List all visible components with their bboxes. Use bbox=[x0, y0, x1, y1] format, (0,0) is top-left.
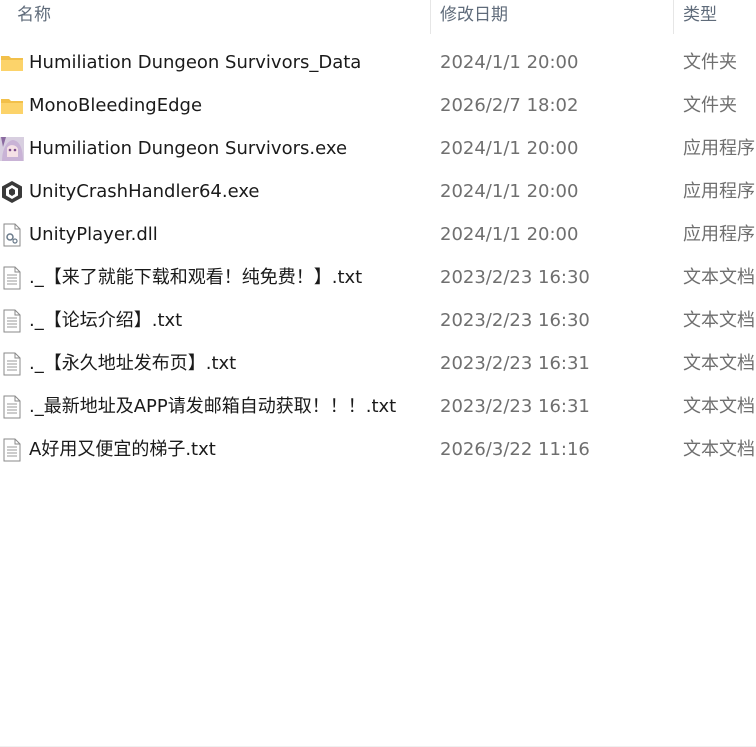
column-header-type[interactable]: 类型 bbox=[683, 0, 717, 34]
file-type: 文本文档 bbox=[683, 353, 755, 374]
file-date: 2024/1/1 20:00 bbox=[440, 181, 579, 202]
file-date: 2026/3/22 11:16 bbox=[440, 439, 590, 460]
file-row[interactable]: Humiliation Dungeon Survivors.exe 2024/1… bbox=[0, 127, 756, 170]
file-row[interactable]: ._【永久地址发布页】.txt 2023/2/23 16:31 文本文档 bbox=[0, 342, 756, 385]
column-divider[interactable] bbox=[673, 0, 674, 34]
unity-icon bbox=[0, 180, 24, 204]
file-name: UnityPlayer.dll bbox=[29, 224, 158, 245]
column-header-name[interactable]: 名称 bbox=[17, 0, 51, 34]
file-row[interactable]: UnityPlayer.dll 2024/1/1 20:00 应用程序 bbox=[0, 213, 756, 256]
file-type: 文件夹 bbox=[683, 95, 737, 116]
file-row[interactable]: Humiliation Dungeon Survivors_Data 2024/… bbox=[0, 41, 756, 84]
file-explorer-list: 名称 修改日期 类型 Humiliation Dungeon Survivors… bbox=[0, 0, 756, 747]
file-name: UnityCrashHandler64.exe bbox=[29, 181, 260, 202]
file-date: 2023/2/23 16:31 bbox=[440, 353, 590, 374]
file-row[interactable]: ._【来了就能下载和观看！纯免费！】.txt 2023/2/23 16:30 文… bbox=[0, 256, 756, 299]
file-date: 2026/2/7 18:02 bbox=[440, 95, 579, 116]
column-header-bar: 名称 修改日期 类型 bbox=[0, 0, 756, 34]
game-app-icon bbox=[0, 137, 24, 161]
file-date: 2023/2/23 16:31 bbox=[440, 396, 590, 417]
file-type: 文本文档 bbox=[683, 310, 755, 331]
file-name: ._最新地址及APP请发邮箱自动获取！！！.txt bbox=[29, 396, 397, 417]
file-name: Humiliation Dungeon Survivors_Data bbox=[29, 52, 362, 73]
column-header-date[interactable]: 修改日期 bbox=[440, 0, 508, 34]
folder-icon bbox=[0, 94, 24, 118]
column-divider[interactable] bbox=[430, 0, 431, 34]
text-file-icon bbox=[0, 309, 24, 333]
file-date: 2024/1/1 20:00 bbox=[440, 52, 579, 73]
file-date: 2024/1/1 20:00 bbox=[440, 224, 579, 245]
file-row[interactable]: UnityCrashHandler64.exe 2024/1/1 20:00 应… bbox=[0, 170, 756, 213]
folder-icon bbox=[0, 51, 24, 75]
file-name: ._【来了就能下载和观看！纯免费！】.txt bbox=[29, 267, 363, 288]
file-name: ._【论坛介绍】.txt bbox=[29, 310, 183, 331]
file-type: 应用程序 bbox=[683, 181, 755, 202]
file-date: 2024/1/1 20:00 bbox=[440, 138, 579, 159]
file-date: 2023/2/23 16:30 bbox=[440, 267, 590, 288]
text-file-icon bbox=[0, 352, 24, 376]
text-file-icon bbox=[0, 395, 24, 419]
file-name: ._【永久地址发布页】.txt bbox=[29, 353, 237, 374]
file-row[interactable]: ._【论坛介绍】.txt 2023/2/23 16:30 文本文档 bbox=[0, 299, 756, 342]
file-date: 2023/2/23 16:30 bbox=[440, 310, 590, 331]
file-row[interactable]: A好用又便宜的梯子.txt 2026/3/22 11:16 文本文档 bbox=[0, 428, 756, 471]
file-type: 文件夹 bbox=[683, 52, 737, 73]
dll-icon bbox=[0, 223, 24, 247]
file-type: 文本文档 bbox=[683, 267, 755, 288]
file-type: 应用程序 bbox=[683, 224, 755, 245]
file-list: Humiliation Dungeon Survivors_Data 2024/… bbox=[0, 41, 756, 471]
text-file-icon bbox=[0, 266, 24, 290]
file-name: A好用又便宜的梯子.txt bbox=[29, 439, 216, 460]
file-row[interactable]: MonoBleedingEdge 2026/2/7 18:02 文件夹 bbox=[0, 84, 756, 127]
file-name: MonoBleedingEdge bbox=[29, 95, 203, 116]
file-name: Humiliation Dungeon Survivors.exe bbox=[29, 138, 348, 159]
file-type: 应用程序 bbox=[683, 138, 755, 159]
file-row[interactable]: ._最新地址及APP请发邮箱自动获取！！！.txt 2023/2/23 16:3… bbox=[0, 385, 756, 428]
file-type: 文本文档 bbox=[683, 396, 755, 417]
text-file-icon bbox=[0, 438, 24, 462]
file-type: 文本文档 bbox=[683, 439, 755, 460]
